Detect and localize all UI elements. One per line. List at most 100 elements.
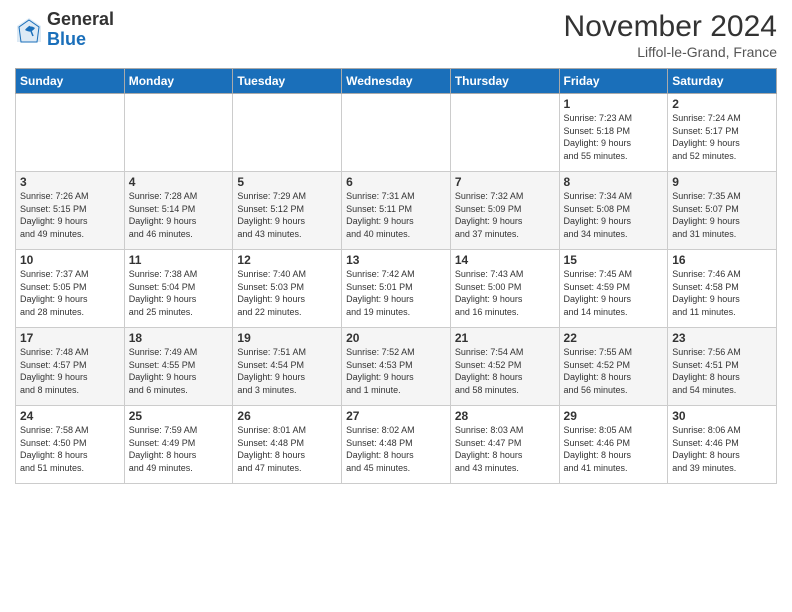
table-cell: 13Sunrise: 7:42 AM Sunset: 5:01 PM Dayli… [342,250,451,328]
location: Liffol-le-Grand, France [564,44,777,60]
table-cell: 26Sunrise: 8:01 AM Sunset: 4:48 PM Dayli… [233,406,342,484]
day-info: Sunrise: 7:45 AM Sunset: 4:59 PM Dayligh… [564,268,664,318]
calendar: Sunday Monday Tuesday Wednesday Thursday… [15,68,777,484]
day-number: 17 [20,331,120,345]
calendar-row: 24Sunrise: 7:58 AM Sunset: 4:50 PM Dayli… [16,406,777,484]
day-info: Sunrise: 8:01 AM Sunset: 4:48 PM Dayligh… [237,424,337,474]
day-info: Sunrise: 7:48 AM Sunset: 4:57 PM Dayligh… [20,346,120,396]
table-cell: 24Sunrise: 7:58 AM Sunset: 4:50 PM Dayli… [16,406,125,484]
calendar-row: 3Sunrise: 7:26 AM Sunset: 5:15 PM Daylig… [16,172,777,250]
day-info: Sunrise: 7:51 AM Sunset: 4:54 PM Dayligh… [237,346,337,396]
table-cell [16,94,125,172]
table-cell: 12Sunrise: 7:40 AM Sunset: 5:03 PM Dayli… [233,250,342,328]
day-info: Sunrise: 7:38 AM Sunset: 5:04 PM Dayligh… [129,268,229,318]
day-number: 26 [237,409,337,423]
col-saturday: Saturday [668,69,777,94]
day-number: 7 [455,175,555,189]
day-number: 22 [564,331,664,345]
table-cell: 16Sunrise: 7:46 AM Sunset: 4:58 PM Dayli… [668,250,777,328]
table-cell: 19Sunrise: 7:51 AM Sunset: 4:54 PM Dayli… [233,328,342,406]
table-cell: 7Sunrise: 7:32 AM Sunset: 5:09 PM Daylig… [450,172,559,250]
calendar-row: 1Sunrise: 7:23 AM Sunset: 5:18 PM Daylig… [16,94,777,172]
table-cell: 22Sunrise: 7:55 AM Sunset: 4:52 PM Dayli… [559,328,668,406]
day-info: Sunrise: 7:59 AM Sunset: 4:49 PM Dayligh… [129,424,229,474]
day-number: 12 [237,253,337,267]
col-monday: Monday [124,69,233,94]
table-cell: 18Sunrise: 7:49 AM Sunset: 4:55 PM Dayli… [124,328,233,406]
month-title: November 2024 [564,10,777,44]
logo: General Blue [15,10,114,50]
day-number: 11 [129,253,229,267]
day-number: 15 [564,253,664,267]
day-info: Sunrise: 7:24 AM Sunset: 5:17 PM Dayligh… [672,112,772,162]
table-cell: 14Sunrise: 7:43 AM Sunset: 5:00 PM Dayli… [450,250,559,328]
table-cell: 25Sunrise: 7:59 AM Sunset: 4:49 PM Dayli… [124,406,233,484]
day-info: Sunrise: 7:56 AM Sunset: 4:51 PM Dayligh… [672,346,772,396]
day-number: 13 [346,253,446,267]
day-info: Sunrise: 7:40 AM Sunset: 5:03 PM Dayligh… [237,268,337,318]
table-cell: 8Sunrise: 7:34 AM Sunset: 5:08 PM Daylig… [559,172,668,250]
day-number: 5 [237,175,337,189]
col-wednesday: Wednesday [342,69,451,94]
col-thursday: Thursday [450,69,559,94]
header: General Blue November 2024 Liffol-le-Gra… [15,10,777,60]
calendar-row: 10Sunrise: 7:37 AM Sunset: 5:05 PM Dayli… [16,250,777,328]
day-number: 9 [672,175,772,189]
table-cell: 11Sunrise: 7:38 AM Sunset: 5:04 PM Dayli… [124,250,233,328]
day-number: 19 [237,331,337,345]
table-cell: 3Sunrise: 7:26 AM Sunset: 5:15 PM Daylig… [16,172,125,250]
day-number: 27 [346,409,446,423]
day-info: Sunrise: 7:35 AM Sunset: 5:07 PM Dayligh… [672,190,772,240]
calendar-row: 17Sunrise: 7:48 AM Sunset: 4:57 PM Dayli… [16,328,777,406]
day-number: 30 [672,409,772,423]
day-number: 3 [20,175,120,189]
col-sunday: Sunday [16,69,125,94]
table-cell: 29Sunrise: 8:05 AM Sunset: 4:46 PM Dayli… [559,406,668,484]
day-number: 1 [564,97,664,111]
col-tuesday: Tuesday [233,69,342,94]
table-cell: 27Sunrise: 8:02 AM Sunset: 4:48 PM Dayli… [342,406,451,484]
day-info: Sunrise: 7:42 AM Sunset: 5:01 PM Dayligh… [346,268,446,318]
day-number: 10 [20,253,120,267]
table-cell: 6Sunrise: 7:31 AM Sunset: 5:11 PM Daylig… [342,172,451,250]
day-info: Sunrise: 8:06 AM Sunset: 4:46 PM Dayligh… [672,424,772,474]
table-cell: 4Sunrise: 7:28 AM Sunset: 5:14 PM Daylig… [124,172,233,250]
day-info: Sunrise: 8:02 AM Sunset: 4:48 PM Dayligh… [346,424,446,474]
day-number: 14 [455,253,555,267]
day-number: 2 [672,97,772,111]
day-number: 4 [129,175,229,189]
day-number: 8 [564,175,664,189]
day-number: 24 [20,409,120,423]
col-friday: Friday [559,69,668,94]
day-info: Sunrise: 7:29 AM Sunset: 5:12 PM Dayligh… [237,190,337,240]
day-info: Sunrise: 7:46 AM Sunset: 4:58 PM Dayligh… [672,268,772,318]
day-number: 25 [129,409,229,423]
table-cell: 1Sunrise: 7:23 AM Sunset: 5:18 PM Daylig… [559,94,668,172]
table-cell: 9Sunrise: 7:35 AM Sunset: 5:07 PM Daylig… [668,172,777,250]
table-cell: 15Sunrise: 7:45 AM Sunset: 4:59 PM Dayli… [559,250,668,328]
table-cell [450,94,559,172]
table-cell [342,94,451,172]
day-info: Sunrise: 7:49 AM Sunset: 4:55 PM Dayligh… [129,346,229,396]
table-cell [233,94,342,172]
day-number: 16 [672,253,772,267]
day-info: Sunrise: 7:32 AM Sunset: 5:09 PM Dayligh… [455,190,555,240]
page: General Blue November 2024 Liffol-le-Gra… [0,0,792,612]
day-info: Sunrise: 7:23 AM Sunset: 5:18 PM Dayligh… [564,112,664,162]
table-cell: 10Sunrise: 7:37 AM Sunset: 5:05 PM Dayli… [16,250,125,328]
day-info: Sunrise: 7:37 AM Sunset: 5:05 PM Dayligh… [20,268,120,318]
day-info: Sunrise: 7:52 AM Sunset: 4:53 PM Dayligh… [346,346,446,396]
day-info: Sunrise: 7:31 AM Sunset: 5:11 PM Dayligh… [346,190,446,240]
day-info: Sunrise: 7:34 AM Sunset: 5:08 PM Dayligh… [564,190,664,240]
table-cell: 5Sunrise: 7:29 AM Sunset: 5:12 PM Daylig… [233,172,342,250]
table-cell: 21Sunrise: 7:54 AM Sunset: 4:52 PM Dayli… [450,328,559,406]
day-info: Sunrise: 7:58 AM Sunset: 4:50 PM Dayligh… [20,424,120,474]
day-info: Sunrise: 7:54 AM Sunset: 4:52 PM Dayligh… [455,346,555,396]
day-number: 28 [455,409,555,423]
day-number: 20 [346,331,446,345]
day-info: Sunrise: 7:28 AM Sunset: 5:14 PM Dayligh… [129,190,229,240]
header-row: Sunday Monday Tuesday Wednesday Thursday… [16,69,777,94]
logo-blue: Blue [47,29,86,49]
table-cell: 28Sunrise: 8:03 AM Sunset: 4:47 PM Dayli… [450,406,559,484]
table-cell: 2Sunrise: 7:24 AM Sunset: 5:17 PM Daylig… [668,94,777,172]
